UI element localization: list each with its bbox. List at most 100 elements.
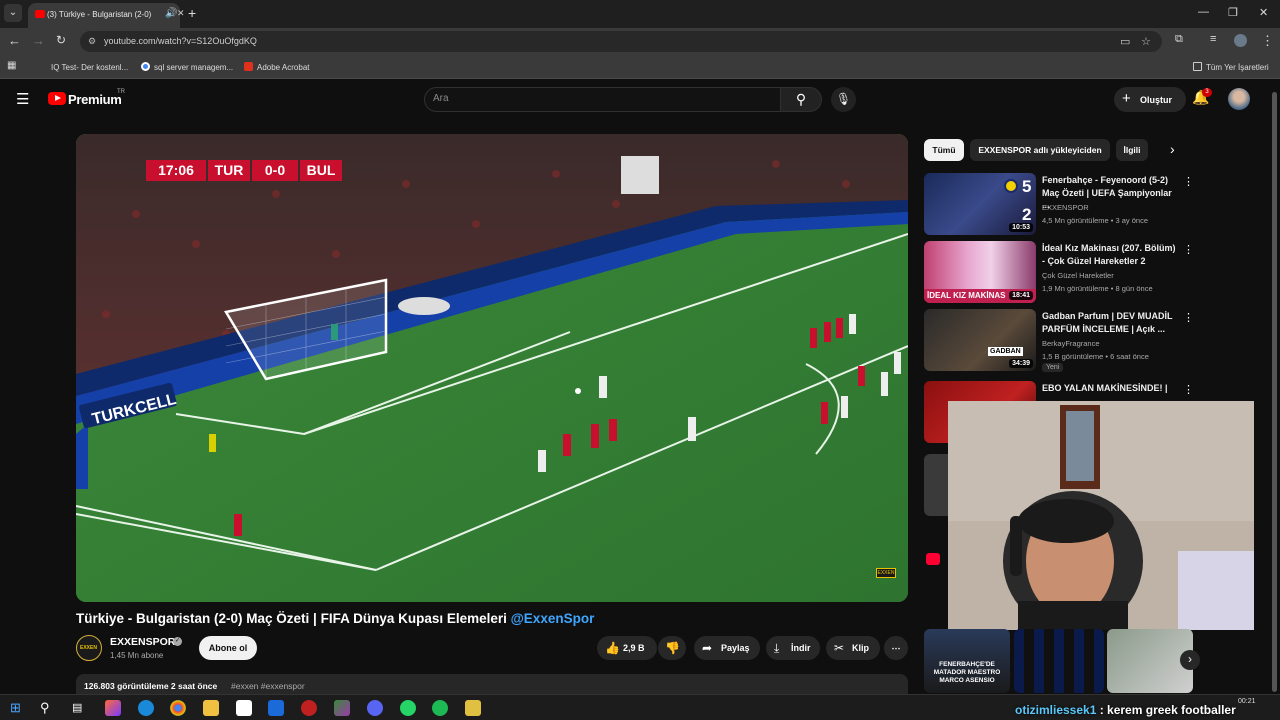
dislike-button[interactable]: 👎 xyxy=(658,636,686,660)
like-count: 2,9 B xyxy=(623,643,645,653)
all-bookmarks[interactable]: Tüm Yer İşaretleri xyxy=(1193,62,1269,72)
short-thumbnail[interactable]: FENERBAHÇE'DE MATADOR MAESTRO MARCO ASEN… xyxy=(924,629,1010,693)
bookmark-item[interactable]: Adobe Acrobat xyxy=(244,62,309,72)
profile-icon[interactable] xyxy=(1234,34,1247,47)
home-team: TUR xyxy=(208,160,250,181)
video-player[interactable]: TURKCELL 17:06 TUR 0-0 BUL EXXEN xyxy=(76,134,908,602)
store-icon[interactable] xyxy=(236,700,252,716)
chrome-icon[interactable] xyxy=(170,700,186,716)
video-thumbnail[interactable]: GADBAN 34:39 xyxy=(924,309,1036,371)
description-box[interactable]: 126.803 görüntüleme 2 saat önce #exxen #… xyxy=(76,674,908,696)
hamburger-menu-icon[interactable]: ☰ xyxy=(16,90,29,108)
hashtags[interactable]: #exxen #exxenspor xyxy=(231,681,305,691)
page-scrollbar[interactable] xyxy=(1272,92,1277,692)
chat-message: : kerem greek footballer xyxy=(1096,703,1236,717)
bookmarks-bar: ▦ IQ Test- Der kostenl... sql server man… xyxy=(0,55,1280,79)
app-icon[interactable] xyxy=(301,700,317,716)
back-icon[interactable]: ← xyxy=(8,33,21,48)
more-options-icon[interactable]: ⋮ xyxy=(1183,243,1194,256)
plus-icon: + xyxy=(1122,90,1131,107)
tab-search-icon[interactable]: ⌄ xyxy=(4,4,22,22)
spotify-icon[interactable] xyxy=(432,700,448,716)
more-options-icon[interactable]: ⋮ xyxy=(1183,311,1194,324)
task-view-icon[interactable]: ▤ xyxy=(72,700,88,716)
search-input[interactable] xyxy=(433,93,763,104)
minimize-icon[interactable]: — xyxy=(1198,6,1209,18)
clip-button[interactable]: ✂ Klip xyxy=(826,636,880,660)
address-bar[interactable]: ⚙ youtube.com/watch?v=S12OuOfgdKQ ▭ ☆ xyxy=(80,31,1162,52)
recommended-video[interactable]: 5 2 10:53 Fenerbahçe - Feyenoord (5-2) M… xyxy=(924,173,1264,235)
search-box[interactable] xyxy=(424,87,781,112)
short-thumbnail[interactable] xyxy=(1014,629,1104,693)
microphone-icon[interactable]: 🎙 xyxy=(831,87,856,112)
restore-icon[interactable]: ❐ xyxy=(1228,6,1238,19)
rec-channel: EXXENSPOR xyxy=(1042,203,1089,212)
video-title-text: Türkiye - Bulgaristan (2-0) Maç Özeti | … xyxy=(76,611,511,626)
logo-text[interactable]: Premium xyxy=(68,92,122,107)
subscribe-button[interactable]: Abone ol xyxy=(199,636,257,660)
recommended-video[interactable]: GADBAN 34:39 Gadban Parfum | DEV MUADİL … xyxy=(924,309,1264,375)
chevron-right-icon[interactable]: › xyxy=(1170,141,1175,157)
create-button[interactable]: + Oluştur xyxy=(1114,87,1186,112)
webcam-overlay xyxy=(948,401,1254,630)
like-button[interactable]: 👍 2,9 B xyxy=(597,636,657,660)
extensions-icon[interactable]: ⧉ xyxy=(1175,33,1183,46)
whatsapp-icon[interactable] xyxy=(400,700,416,716)
youtube-logo-icon[interactable] xyxy=(48,92,66,105)
browser-tab[interactable]: (3) Türkiye - Bulgaristan (2-0) 🔊 ✕ xyxy=(28,3,185,28)
share-icon: ➦ xyxy=(702,641,713,655)
apps-grid-icon[interactable]: ▦ xyxy=(7,60,16,71)
app-icon[interactable] xyxy=(465,700,481,716)
new-tab-icon[interactable]: + xyxy=(188,5,196,21)
chip-from-uploader[interactable]: EXXENSPOR adlı yükleyiciden xyxy=(970,139,1110,161)
copilot-icon[interactable] xyxy=(105,700,121,716)
chip-related[interactable]: İlgili xyxy=(1116,139,1148,161)
url-text: youtube.com/watch?v=S12OuOfgdKQ xyxy=(104,36,257,46)
cast-icon[interactable]: ▭ xyxy=(1120,35,1130,48)
site-info-icon[interactable]: ⚙ xyxy=(88,36,96,47)
more-options-icon[interactable]: ⋮ xyxy=(1183,175,1194,188)
edge-icon[interactable] xyxy=(138,700,154,716)
channel-avatar[interactable]: EXXEN xyxy=(76,635,102,661)
channel-mention-link[interactable]: @ExxenSpor xyxy=(511,611,595,626)
menu-kebab-icon[interactable]: ⋮ xyxy=(1261,33,1274,49)
more-actions-icon[interactable]: ⋯ xyxy=(884,636,908,660)
forward-icon[interactable]: → xyxy=(32,33,45,48)
channel-name[interactable]: EXXENSPOR xyxy=(110,636,175,648)
reload-icon[interactable]: ↻ xyxy=(56,33,66,47)
chip-all[interactable]: Tümü xyxy=(924,139,964,161)
system-clock[interactable]: 00:21 xyxy=(1238,698,1256,706)
app-icon[interactable] xyxy=(334,700,350,716)
browser-nav-bar: ← → ↻ ⚙ youtube.com/watch?v=S12OuOfgdKQ … xyxy=(0,28,1280,55)
tab-close-icon[interactable]: ✕ xyxy=(177,8,185,19)
recommended-video[interactable]: İDEAL KIZ MAKİNAS 18:41 İdeal Kız Makina… xyxy=(924,241,1264,303)
bookmark-item[interactable]: IQ Test- Der kostenl... xyxy=(38,62,128,72)
video-thumbnail[interactable]: 5 2 10:53 xyxy=(924,173,1036,235)
video-duration: 18:41 xyxy=(1009,291,1033,300)
bookmark-star-icon[interactable]: ☆ xyxy=(1141,35,1151,48)
search-taskbar-icon[interactable]: ⚲ xyxy=(40,700,56,716)
channel-avatar-text: EXXEN xyxy=(80,645,97,651)
bookmark-item[interactable]: sql server managem... xyxy=(141,62,233,72)
media-control-icon[interactable]: ≡ xyxy=(1210,33,1216,45)
tab-close-icon[interactable]: 🔊 xyxy=(165,8,177,19)
video-thumbnail[interactable]: İDEAL KIZ MAKİNAS 18:41 xyxy=(924,241,1036,303)
search-icon[interactable]: ⚲ xyxy=(780,87,822,112)
discord-icon[interactable] xyxy=(367,700,383,716)
shorts-next-icon[interactable]: › xyxy=(1180,650,1200,670)
video-duration: 34:39 xyxy=(1009,359,1033,368)
share-button[interactable]: ➦ Paylaş xyxy=(694,636,760,660)
folder-icon xyxy=(1193,62,1202,71)
stream-chat-overlay: otizimliessek1 : kerem greek footballer xyxy=(1015,703,1236,717)
window-close-icon[interactable]: ✕ xyxy=(1259,6,1268,19)
more-options-icon[interactable]: ⋮ xyxy=(1183,383,1194,396)
windows-start-icon[interactable]: ⊞ xyxy=(10,700,26,716)
download-button[interactable]: ⤓ İndir xyxy=(766,636,820,660)
video-thumbnail[interactable] xyxy=(924,454,948,516)
match-clock: 17:06 xyxy=(146,160,206,181)
file-explorer-icon[interactable] xyxy=(203,700,219,716)
user-avatar[interactable] xyxy=(1228,88,1250,110)
bookmark-label: IQ Test- Der kostenl... xyxy=(51,63,129,72)
rec-title: EBO YALAN MAKİNESİNDE! | xyxy=(1042,383,1168,393)
mail-icon[interactable] xyxy=(268,700,284,716)
